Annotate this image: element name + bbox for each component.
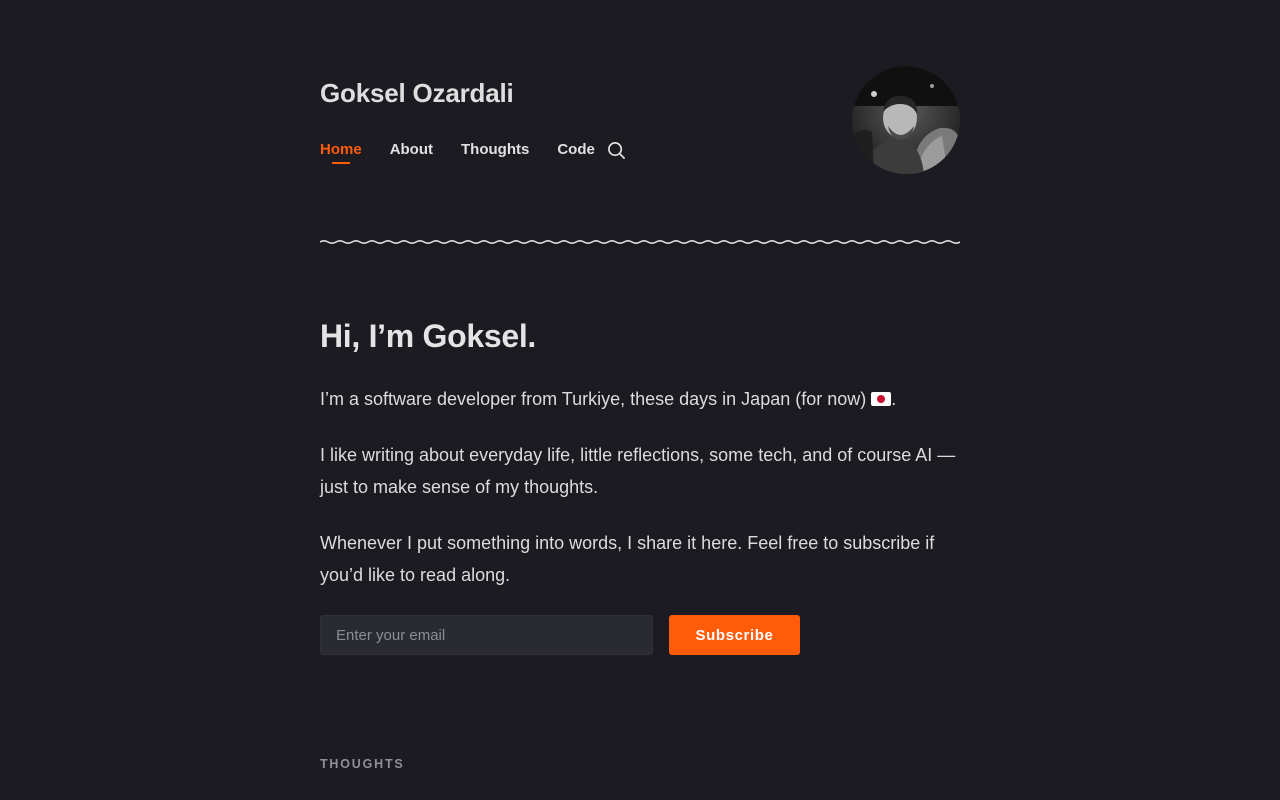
nav-item-about[interactable]: About xyxy=(390,140,433,160)
intro-paragraph-1-text: I’m a software developer from Turkiye, t… xyxy=(320,389,872,409)
hero-title: Hi, I’m Goksel. xyxy=(320,318,537,354)
japan-flag-icon xyxy=(871,392,892,406)
section-label-thoughts: THOUGHTS xyxy=(320,757,405,771)
profile-photo xyxy=(852,66,960,174)
email-input[interactable] xyxy=(320,615,653,655)
page-container: Goksel Ozardali Home About Thoughts Code xyxy=(320,0,960,800)
subscribe-form: Subscribe xyxy=(320,615,800,655)
wavy-divider xyxy=(320,240,960,244)
intro-paragraph-2: I like writing about everyday life, litt… xyxy=(320,445,956,497)
nav-item-home[interactable]: Home xyxy=(320,140,362,164)
main-nav: Home About Thoughts Code xyxy=(320,140,627,164)
search-icon[interactable] xyxy=(607,140,627,160)
site-title[interactable]: Goksel Ozardali xyxy=(320,78,514,109)
avatar xyxy=(852,66,960,174)
nav-item-code[interactable]: Code xyxy=(557,140,595,160)
nav-item-thoughts[interactable]: Thoughts xyxy=(461,140,529,160)
subscribe-button[interactable]: Subscribe xyxy=(669,615,800,655)
intro-paragraph-1-end: . xyxy=(891,389,897,409)
intro-paragraph-3: Whenever I put something into words, I s… xyxy=(320,533,935,585)
intro-paragraph-1: I’m a software developer from Turkiye, t… xyxy=(320,384,960,416)
